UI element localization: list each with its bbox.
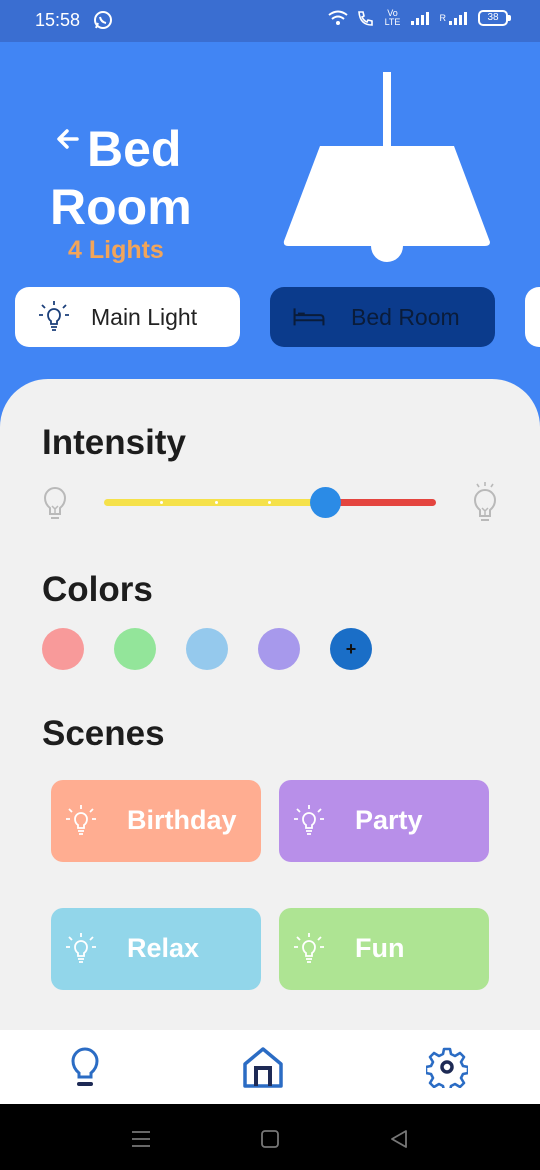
bulb-bright-icon bbox=[473, 482, 497, 521]
title-line-1: Bed bbox=[87, 121, 182, 177]
bulb-icon bbox=[294, 805, 324, 835]
scene-relax-label: Relax bbox=[127, 933, 200, 963]
battery-icon: 38 bbox=[478, 10, 511, 26]
color-swatch-purple[interactable] bbox=[258, 628, 300, 670]
title-line-2: Room bbox=[50, 179, 192, 235]
intensity-title: Intensity bbox=[42, 423, 186, 462]
lights-count: 4 Lights bbox=[68, 236, 164, 264]
tab-next-partial[interactable] bbox=[525, 287, 540, 347]
tab-main-light[interactable]: Main Light bbox=[15, 287, 240, 347]
volte-label: Vo LTE bbox=[384, 8, 401, 27]
color-swatch-blue[interactable] bbox=[186, 628, 228, 670]
bulb-icon[interactable] bbox=[64, 1046, 106, 1088]
menu-icon[interactable] bbox=[130, 1128, 152, 1150]
whatsapp-icon bbox=[94, 11, 112, 29]
bulb-icon bbox=[66, 933, 96, 963]
bed-icon bbox=[293, 308, 325, 326]
signal-icon-2 bbox=[449, 12, 467, 25]
settings-icon[interactable] bbox=[426, 1046, 468, 1088]
status-bar: 15:58 Vo LTE R 38 bbox=[0, 0, 540, 42]
page-title: Bed Room bbox=[50, 120, 250, 236]
bulb-icon bbox=[39, 301, 69, 331]
scene-party[interactable]: Party bbox=[279, 780, 489, 862]
bulb-icon bbox=[294, 933, 324, 963]
colors-title: Colors bbox=[42, 570, 153, 609]
tab-main-light-label: Main Light bbox=[91, 304, 198, 330]
tab-bed-room-label: Bed Room bbox=[351, 304, 460, 330]
add-color-button[interactable]: + bbox=[330, 628, 372, 670]
scene-party-label: Party bbox=[355, 805, 423, 835]
color-swatch-red[interactable] bbox=[42, 628, 84, 670]
system-nav-bar bbox=[0, 1104, 540, 1170]
home-icon[interactable] bbox=[242, 1046, 284, 1088]
status-time: 15:58 bbox=[35, 10, 81, 30]
scenes-title: Scenes bbox=[42, 714, 165, 753]
color-swatch-green[interactable] bbox=[114, 628, 156, 670]
roaming-label: R bbox=[439, 13, 447, 23]
wifi-icon bbox=[327, 10, 348, 25]
scene-fun-label: Fun bbox=[355, 933, 405, 963]
header: Bed Room 4 Lights bbox=[0, 42, 540, 430]
intensity-slider-thumb[interactable] bbox=[310, 487, 341, 518]
call-icon bbox=[357, 11, 373, 26]
slider-tick bbox=[160, 501, 163, 504]
status-icons: Vo LTE R 38 bbox=[327, 8, 511, 27]
scene-birthday-label: Birthday bbox=[127, 805, 237, 835]
signal-icon bbox=[410, 12, 429, 25]
scene-birthday[interactable]: Birthday bbox=[51, 780, 261, 862]
bulb-icon bbox=[66, 805, 96, 835]
scene-relax[interactable]: Relax bbox=[51, 908, 261, 990]
bulb-dim-icon bbox=[43, 487, 67, 519]
tab-bed-room[interactable]: Bed Room bbox=[270, 287, 495, 347]
back-button-icon[interactable] bbox=[388, 1128, 410, 1150]
bottom-nav bbox=[0, 1030, 540, 1104]
scene-fun[interactable]: Fun bbox=[279, 908, 489, 990]
home-button-icon[interactable] bbox=[259, 1128, 281, 1150]
plus-icon: + bbox=[345, 638, 357, 659]
lamp-illustration bbox=[283, 72, 490, 262]
slider-tick bbox=[268, 501, 271, 504]
slider-tick bbox=[215, 501, 218, 504]
